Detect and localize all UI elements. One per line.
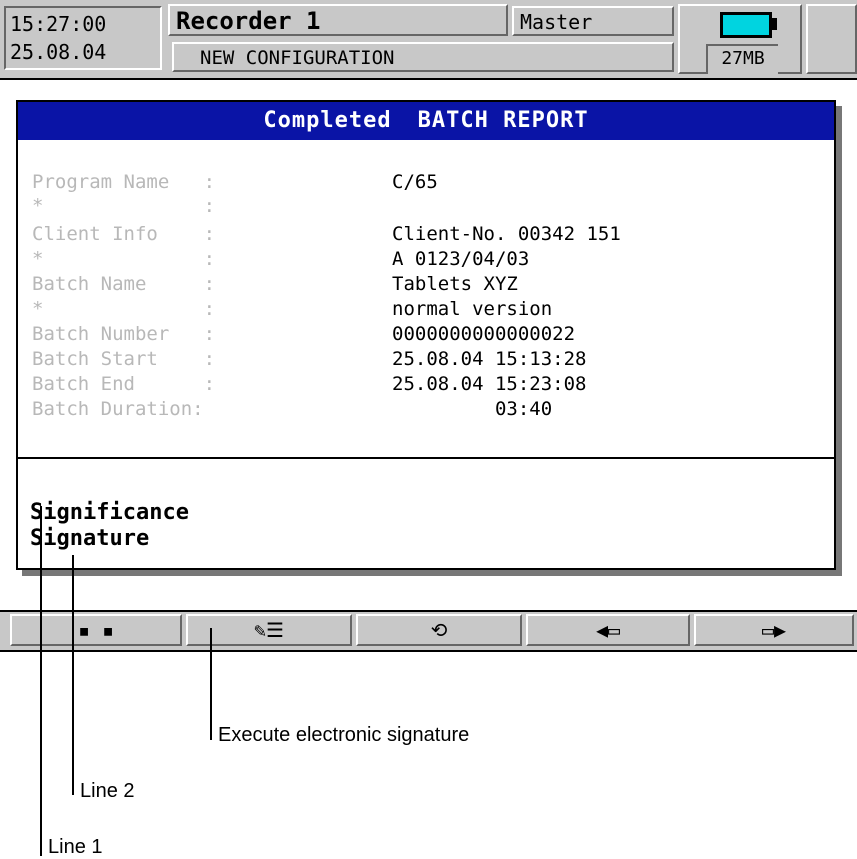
row-value: Tablets XYZ <box>392 273 518 295</box>
role-badge: Master <box>512 6 674 36</box>
row-label: Batch Duration: <box>32 398 204 420</box>
report-divider <box>18 457 834 459</box>
row-label: Batch Number : <box>32 323 216 345</box>
battery-icon <box>720 12 772 38</box>
time-readout: 15:27:00 <box>10 12 107 36</box>
callout-line-2 <box>72 555 74 795</box>
datetime-display: 15:27:00 25.08.04 <box>4 6 162 70</box>
row-label: * : <box>32 298 216 320</box>
signature-line-2: Signature <box>30 526 150 551</box>
header-spare-cell <box>806 4 857 74</box>
scroll-right-icon: ▭▶ <box>761 618 787 642</box>
row-value: 25.08.04 15:13:28 <box>392 348 587 370</box>
more-button[interactable]: ▪ ▪ <box>10 614 182 646</box>
annotation-line-2: Line 2 <box>80 780 135 802</box>
row-value: 25.08.04 15:23:08 <box>392 373 587 395</box>
row-label: Batch Name : <box>32 273 216 295</box>
memory-status: 27MB <box>678 4 802 74</box>
row-label: * : <box>32 248 216 270</box>
row-label: Batch Start : <box>32 348 216 370</box>
report-titlebar: Completed BATCH REPORT <box>18 102 834 140</box>
date-readout: 25.08.04 <box>10 40 107 64</box>
row-value: 03:40 <box>392 398 553 420</box>
undo-button[interactable]: ⟲ <box>356 614 522 646</box>
recorder-name: Recorder 1 <box>168 4 508 36</box>
callout-line-1 <box>40 506 42 856</box>
row-value: A 0123/04/03 <box>392 248 530 270</box>
signature-line-1: Significance <box>30 500 189 525</box>
row-label: Batch End : <box>32 373 216 395</box>
batch-report-panel: Completed BATCH REPORT Program Name : C/65… <box>16 100 836 570</box>
more-icon: ▪ ▪ <box>77 618 115 642</box>
annotation-line-1: Line 1 <box>48 836 103 858</box>
row-value: 0000000000000022 <box>392 323 576 345</box>
memory-free: 27MB <box>706 44 778 74</box>
row-value: Client-No. 00342 151 <box>392 223 621 245</box>
report-title: BATCH REPORT <box>417 108 589 133</box>
row-label: Program Name : <box>32 171 216 193</box>
battery-cap <box>772 18 777 30</box>
scroll-right-button[interactable]: ▭▶ <box>694 614 854 646</box>
scroll-left-button[interactable]: ◀▭ <box>526 614 690 646</box>
configuration-name: NEW CONFIGURATION <box>172 42 674 72</box>
sign-document-icon: ✎☰ <box>254 618 284 642</box>
annotation-execute: Execute electronic signature <box>218 724 470 746</box>
undo-icon: ⟲ <box>430 618 448 642</box>
report-status: Completed <box>263 108 392 133</box>
softkey-bar: ▪ ▪ ✎☰ ⟲ ◀▭ ▭▶ <box>0 610 857 652</box>
row-label: * : <box>32 195 216 217</box>
recorder-screen: 15:27:00 25.08.04 Recorder 1 Master NEW … <box>0 0 857 652</box>
row-value: C/65 <box>392 171 438 193</box>
callout-line-execute <box>210 628 212 740</box>
scroll-left-icon: ◀▭ <box>595 618 621 642</box>
row-value: normal version <box>392 298 553 320</box>
row-label: Client Info : <box>32 223 216 245</box>
status-header: 15:27:00 25.08.04 Recorder 1 Master NEW … <box>0 0 857 80</box>
